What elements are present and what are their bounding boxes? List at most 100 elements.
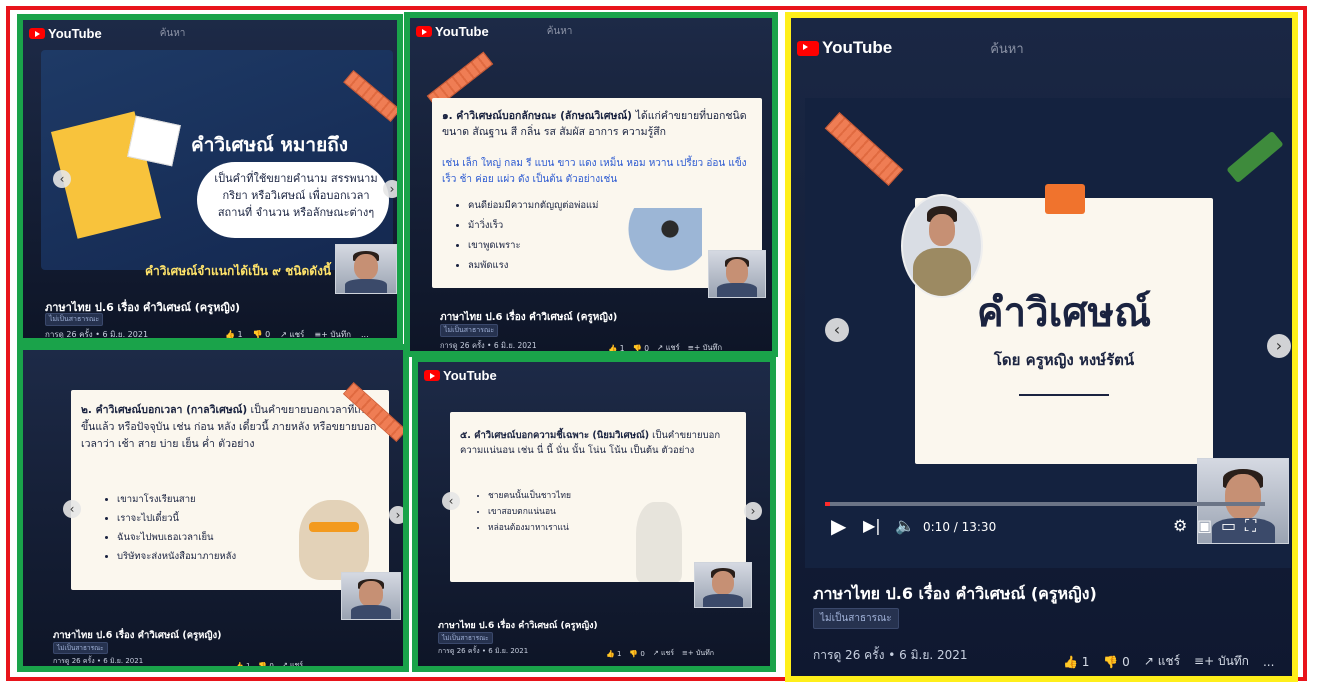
teacher-portrait	[901, 194, 983, 298]
example-item: ฉันจะไปพบเธอเวลาเย็น	[117, 528, 236, 547]
video-screen: YouTube ค้นหา คำวิเศษณ์ หมายถึง เป็นคำที…	[23, 20, 397, 338]
visibility-badge: ไม่เป็นสาธารณะ	[438, 632, 493, 644]
save-label: บันทึก	[695, 649, 715, 657]
next-video-button[interactable]: ▶|	[863, 516, 881, 535]
video-title: ภาษาไทย ป.6 เรื่อง คำวิเศษณ์ (ครูหญิง)	[53, 630, 222, 641]
miniplayer-icon[interactable]: ▣	[1197, 516, 1212, 535]
video-title: ภาษาไทย ป.6 เรื่อง คำวิเศษณ์ (ครูหญิง)	[440, 312, 618, 323]
volume-icon[interactable]: 🔈	[895, 516, 915, 535]
prev-slide-button[interactable]: ‹	[825, 318, 849, 342]
portrait-face	[929, 214, 955, 246]
webcam-face	[1225, 474, 1261, 521]
save-button[interactable]: ≡+ บันทึก	[314, 328, 351, 338]
video-actions: 👍 1 👎 0 ↗ แชร์	[235, 660, 303, 670]
share-button[interactable]: ↗ แชร์	[1144, 652, 1180, 671]
example-list: ชายคนนั้นเป็นชาวไทย เขาสอบตกแน่นอน หล่อน…	[474, 488, 571, 536]
youtube-header: YouTube	[418, 362, 770, 388]
view-meta: การดู 26 ครั้ง • 6 มิ.ย. 2021	[45, 330, 149, 339]
youtube-header: YouTube ค้นหา	[410, 18, 772, 44]
webcam-body	[703, 593, 743, 607]
save-button[interactable]: ≡+ บันทึก	[1194, 652, 1249, 671]
prev-slide-button[interactable]: ‹	[442, 492, 460, 510]
definition-text: เป็นคำที่ใช้ขยายคำนาม สรรพนาม กริยา หรือ…	[214, 172, 378, 219]
share-button[interactable]: ↗ แชร์	[653, 648, 674, 659]
slide-footer-text: คำวิเศษณ์จำแนกได้เป็น ๙ ชนิดดังนี้	[145, 264, 332, 278]
prev-slide-button[interactable]: ‹	[53, 170, 71, 188]
play-button[interactable]: ▶	[831, 514, 846, 538]
dislike-count: 0	[640, 649, 645, 658]
visibility-badge: ไม่เป็นสาธารณะ	[813, 608, 899, 629]
example-item: เขาสอบตกแน่นอน	[488, 504, 571, 520]
dislike-count: 0	[644, 343, 650, 353]
share-label: แชร์	[289, 330, 305, 339]
fullscreen-icon[interactable]: ⛶	[1245, 516, 1256, 536]
youtube-logo[interactable]: YouTube	[424, 368, 497, 383]
save-label: บันทึก	[702, 343, 722, 352]
webcam-face	[354, 253, 378, 281]
youtube-logo-text: YouTube	[443, 367, 497, 383]
teacher-webcam	[341, 572, 401, 620]
search-box[interactable]: ค้นหา	[990, 38, 1023, 59]
slide-heading: ๕. คำวิเศษณ์บอกความชี้เฉพาะ (นิยมวิเศษณ์…	[460, 428, 740, 458]
theater-mode-icon[interactable]: ▭	[1221, 516, 1236, 535]
dislike-button[interactable]: 👎 0	[258, 661, 274, 670]
screenshot-panel-1: YouTube ค้นหา คำวิเศษณ์ หมายถึง เป็นคำที…	[17, 14, 403, 344]
dislike-button[interactable]: 👎 0	[253, 330, 271, 338]
share-button[interactable]: ↗ แชร์	[657, 342, 680, 352]
dog-illustration	[299, 500, 369, 580]
video-actions: 👍 1 👎 0 ↗ แชร์ ≡+ บันทึก ...	[1063, 652, 1274, 671]
video-actions: 👍 1 👎 0 ↗ แชร์ ≡+ บันทึก ...	[225, 328, 369, 339]
dislike-button[interactable]: 👎 0	[633, 343, 650, 353]
video-actions: 👍 1 👎 0 ↗ แชร์ ≡+ บันทึก	[606, 648, 714, 659]
dislike-button[interactable]: 👎 0	[629, 650, 644, 658]
video-screen: ๒. คำวิเศษณ์บอกเวลา (กาลวิเศษณ์) เป็นคำข…	[23, 350, 403, 666]
view-meta: การดู 26 ครั้ง • 6 มิ.ย. 2021	[53, 657, 144, 665]
share-label: แชร์	[1157, 654, 1181, 668]
more-button[interactable]: ...	[1263, 655, 1274, 669]
example-item: เขามาโรงเรียนสาย	[117, 490, 236, 509]
search-box[interactable]: ค้นหา	[160, 26, 186, 41]
example-item: เขาพูดเพราะ	[468, 236, 598, 256]
save-button[interactable]: ≡+ บันทึก	[688, 342, 722, 352]
video-screen: YouTube ค้นหา ๑. คำวิเศษณ์บอกลักษณะ (ลัก…	[410, 18, 772, 351]
dislike-button[interactable]: 👎 0	[1103, 655, 1129, 669]
share-label: แชร์	[660, 649, 674, 657]
next-slide-button[interactable]: ›	[389, 506, 403, 524]
teacher-webcam	[708, 250, 766, 298]
youtube-logo-text: YouTube	[435, 23, 489, 39]
example-item: หล่อนต้องมาหาเราแน่	[488, 520, 571, 536]
screenshot-panel-3: ๒. คำวิเศษณ์บอกเวลา (กาลวิเศษณ์) เป็นคำข…	[17, 344, 409, 672]
example-item: ชายคนนั้นเป็นชาวไทย	[488, 488, 571, 504]
next-slide-button[interactable]: ›	[1267, 334, 1291, 358]
youtube-play-icon	[797, 40, 819, 56]
settings-gear-icon[interactable]: ⚙	[1173, 516, 1187, 535]
ruler-decoration	[343, 69, 397, 123]
share-button[interactable]: ↗ แชร์	[282, 660, 303, 666]
teacher-webcam	[335, 244, 397, 294]
webcam-face	[725, 259, 749, 285]
share-button[interactable]: ↗ แชร์	[280, 328, 305, 339]
like-count: 1	[1081, 654, 1090, 669]
dislike-count: 0	[269, 661, 274, 670]
youtube-logo[interactable]: YouTube	[797, 38, 892, 58]
next-slide-button[interactable]: ›	[744, 502, 762, 520]
search-box[interactable]: ค้นหา	[547, 24, 573, 39]
like-button[interactable]: 👍 1	[235, 662, 250, 667]
dislike-count: 0	[1122, 654, 1130, 669]
save-button[interactable]: ≡+ บันทึก	[682, 648, 714, 659]
heading-text: ๕. คำวิเศษณ์บอกความชี้เฉพาะ (นิยมวิเศษณ์…	[460, 430, 650, 441]
youtube-logo[interactable]: YouTube	[29, 26, 102, 41]
progress-bar[interactable]	[825, 502, 1265, 506]
prev-slide-button[interactable]: ‹	[63, 500, 81, 518]
like-button[interactable]: 👍 1	[606, 650, 621, 658]
screenshot-panel-2: YouTube ค้นหา ๑. คำวิเศษณ์บอกลักษณะ (ลัก…	[404, 12, 778, 357]
next-slide-button[interactable]: ›	[383, 180, 397, 198]
more-button[interactable]: ...	[361, 330, 369, 338]
like-button[interactable]: 👍 1	[225, 330, 243, 338]
youtube-logo[interactable]: YouTube	[416, 24, 489, 39]
like-button[interactable]: 👍 1	[1063, 655, 1089, 669]
like-button[interactable]: 👍 1	[608, 344, 625, 352]
video-player[interactable]: คำวิเศษณ์ โดย ครูหญิง หงษ์รัตน์ ‹ › ▶ ▶|…	[805, 98, 1291, 568]
share-label: แชร์	[665, 343, 680, 352]
example-item: บริษัทจะส่งหนังสือมาภายหลัง	[117, 547, 236, 566]
